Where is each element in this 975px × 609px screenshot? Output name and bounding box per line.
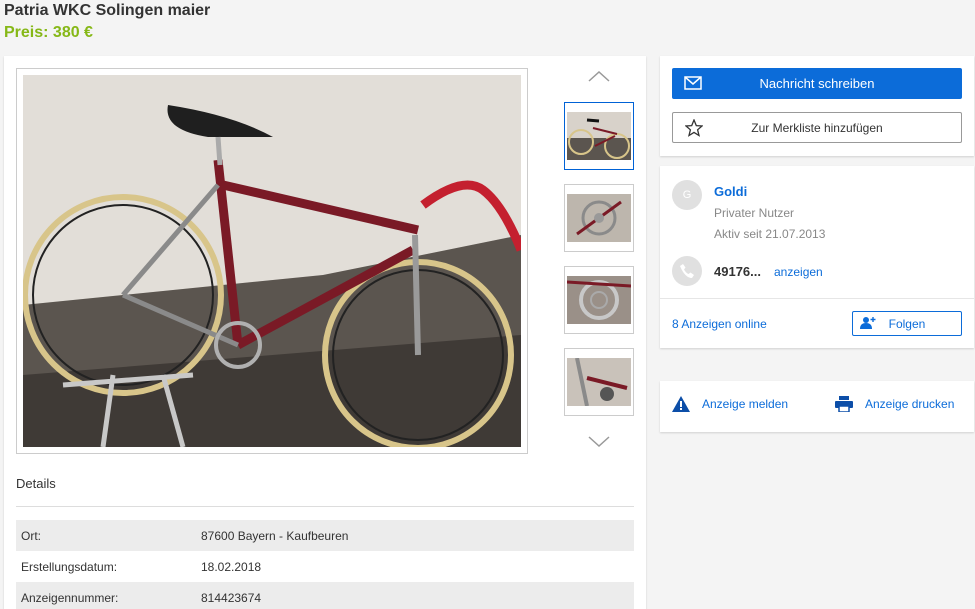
listing-title: Patria WKC Solingen maier [4, 2, 211, 19]
details-row-date: Erstellungsdatum: 18.02.2018 [16, 551, 634, 582]
seller-card-divider [660, 298, 974, 299]
thumbnail-strip [564, 64, 634, 454]
avatar: G [672, 180, 702, 210]
contact-actions-card: Nachricht schreiben Zur Merkliste hinzuf… [660, 56, 974, 156]
main-photo-frame[interactable] [16, 68, 528, 454]
details-value: 814423674 [201, 590, 262, 605]
ads-online-link[interactable]: 8 Anzeigen online [672, 317, 767, 331]
chevron-up-icon [588, 70, 610, 82]
thumbnail-3[interactable] [564, 266, 634, 334]
envelope-icon [684, 76, 702, 90]
star-icon [685, 119, 703, 137]
listing-price: Preis: 380 € [4, 24, 93, 41]
report-ad-label: Anzeige melden [702, 397, 789, 411]
phone-number: 49176... [714, 264, 761, 279]
details-value: 18.02.2018 [201, 559, 262, 574]
printer-icon [835, 396, 853, 412]
seller-name-link[interactable]: Goldi [714, 184, 747, 199]
ad-tools-card: Anzeige melden Anzeige drucken [660, 381, 974, 432]
warning-icon [672, 396, 690, 412]
details-label: Erstellungsdatum: [21, 559, 118, 574]
add-user-icon [860, 317, 876, 329]
thumbnail-image [567, 112, 631, 160]
details-heading: Details [16, 476, 56, 491]
print-ad-label: Anzeige drucken [865, 397, 955, 411]
seller-type: Privater Nutzer [714, 206, 795, 220]
watchlist-button-label: Zur Merkliste hinzufügen [751, 120, 883, 135]
report-ad-link[interactable]: Anzeige melden [672, 396, 788, 412]
thumbnail-image [567, 358, 631, 406]
thumbnail-4[interactable] [564, 348, 634, 416]
follow-button[interactable]: Folgen [852, 311, 962, 336]
details-divider [16, 506, 634, 507]
details-value: 87600 Bayern - Kaufbeuren [201, 528, 349, 543]
follow-button-label: Folgen [888, 316, 926, 331]
thumbnail-image [567, 276, 631, 324]
main-photo [23, 75, 521, 447]
details-row-ort: Ort: 87600 Bayern - Kaufbeuren [16, 520, 634, 551]
thumbnail-1[interactable] [564, 102, 634, 170]
thumbnail-down-button[interactable] [564, 430, 634, 454]
details-table: Ort: 87600 Bayern - Kaufbeuren Erstellun… [16, 520, 634, 609]
details-label: Anzeigennummer: [21, 590, 119, 605]
thumbnail-up-button[interactable] [564, 64, 634, 88]
seller-card: G Goldi Privater Nutzer Aktiv seit 21.07… [660, 166, 974, 348]
message-button[interactable]: Nachricht schreiben [672, 68, 962, 99]
chevron-down-icon [588, 436, 610, 448]
details-label: Ort: [21, 528, 41, 543]
thumbnail-2[interactable] [564, 184, 634, 252]
seller-active-since: Aktiv seit 21.07.2013 [714, 227, 826, 241]
print-ad-link[interactable]: Anzeige drucken [835, 396, 954, 412]
message-button-label: Nachricht schreiben [759, 76, 875, 91]
details-row-ad-number: Anzeigennummer: 814423674 [16, 582, 634, 609]
phone-reveal-link[interactable]: anzeigen [774, 265, 823, 279]
phone-icon [672, 256, 702, 286]
watchlist-button[interactable]: Zur Merkliste hinzufügen [672, 112, 962, 143]
thumbnail-image [567, 194, 631, 242]
listing-main-card: Details Ort: 87600 Bayern - Kaufbeuren E… [4, 56, 646, 609]
